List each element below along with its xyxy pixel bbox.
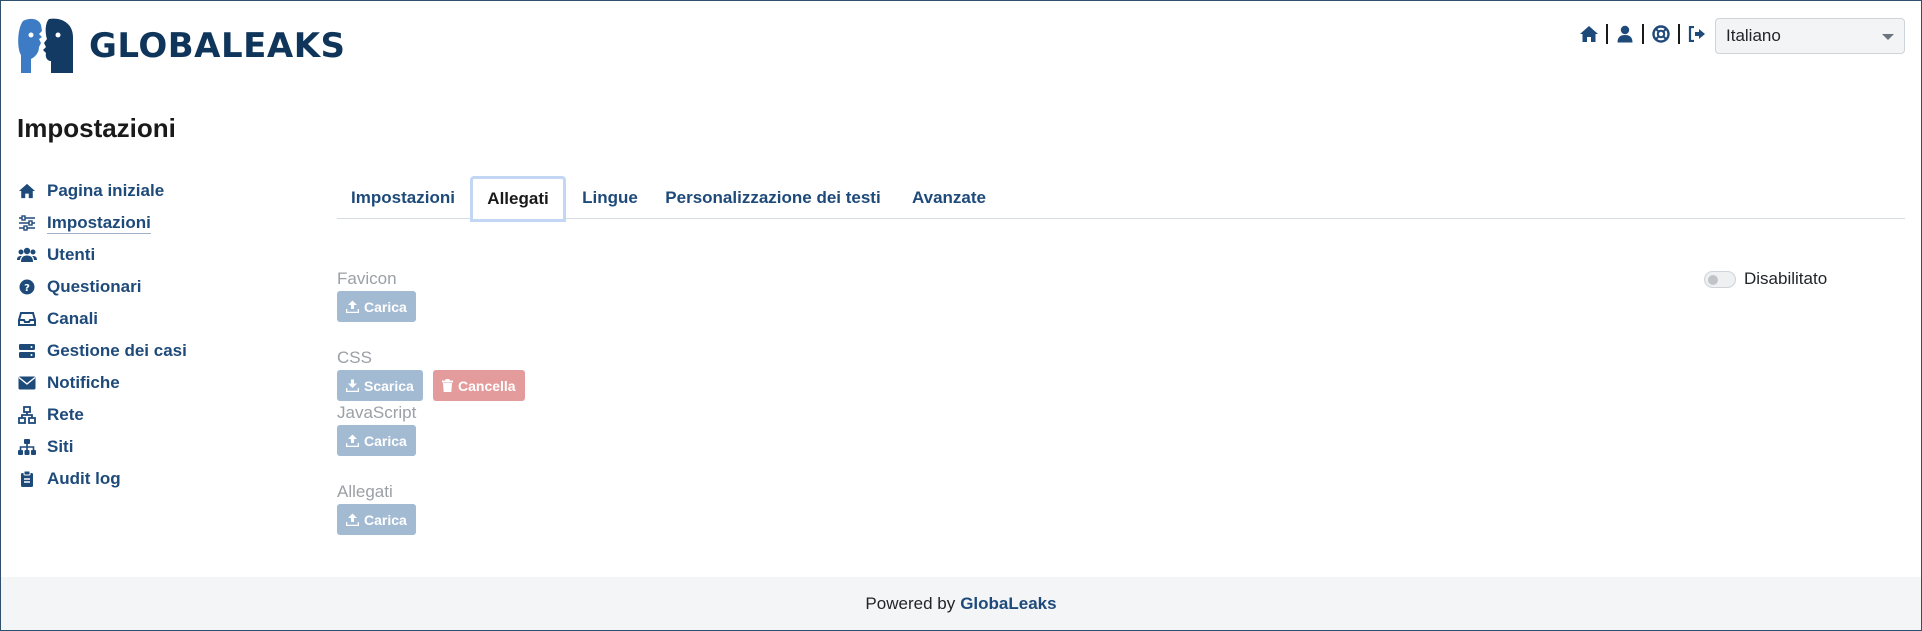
sidebar-item-notifications[interactable]: Notifiche: [17, 367, 277, 399]
separator: [1642, 24, 1644, 44]
language-select-value: Italiano: [1726, 26, 1781, 45]
upload-icon: [346, 300, 359, 313]
inbox-icon: [17, 309, 37, 329]
favicon-upload-button[interactable]: Carica: [337, 291, 416, 322]
sidebar-item-settings[interactable]: Impostazioni: [17, 207, 277, 239]
sidebar-item-channels[interactable]: Canali: [17, 303, 277, 335]
svg-text:?: ?: [24, 283, 30, 294]
logo-text: GLOBALEAKS: [89, 26, 346, 66]
favicon-label: Favicon: [337, 269, 397, 288]
sidebar-item-label: Audit log: [47, 469, 121, 488]
settings-tabs: Impostazioni Allegati Lingue Personalizz…: [337, 176, 1905, 222]
attachments-label: Allegati: [337, 482, 393, 501]
css-download-button[interactable]: Scarica: [337, 370, 423, 401]
network-icon: [17, 405, 37, 425]
tab-advanced[interactable]: Avanzate: [898, 177, 1000, 219]
logout-icon[interactable]: [1686, 23, 1708, 45]
sidebar-item-audit-log[interactable]: Audit log: [17, 463, 277, 495]
footer-prefix: Powered by: [865, 593, 956, 613]
css-download-label: Scarica: [364, 377, 414, 394]
sidebar-item-label: Siti: [47, 437, 74, 456]
favicon-upload-label: Carica: [364, 298, 407, 315]
users-icon: [17, 245, 37, 265]
javascript-upload-button[interactable]: Carica: [337, 425, 416, 456]
toggle-label: Disabilitato: [1744, 269, 1828, 288]
page-title: Impostazioni: [17, 113, 176, 143]
sidebar-item-label: Questionari: [47, 277, 142, 296]
sidebar-item-users[interactable]: Utenti: [17, 239, 277, 271]
sitemap-icon: [17, 437, 37, 457]
css-delete-button[interactable]: Cancella: [433, 370, 525, 401]
favicon-toggle[interactable]: Disabilitato: [1704, 269, 1827, 289]
logo[interactable]: GLOBALEAKS: [17, 17, 346, 75]
home-icon[interactable]: [1578, 23, 1600, 45]
question-circle-icon: ?: [17, 277, 37, 297]
user-icon[interactable]: [1614, 23, 1636, 45]
sidebar-item-label: Utenti: [47, 245, 96, 264]
header: GLOBALEAKS Italiano: [1, 1, 1921, 91]
sidebar-item-home[interactable]: Pagina iniziale: [17, 175, 277, 207]
sidebar-item-case-management[interactable]: Gestione dei casi: [17, 335, 277, 367]
download-icon: [346, 379, 359, 392]
tab-settings[interactable]: Impostazioni: [337, 177, 469, 219]
javascript-label: JavaScript: [337, 403, 417, 422]
sidebar-item-label: Canali: [47, 309, 99, 328]
toggle-switch[interactable]: [1704, 270, 1736, 288]
javascript-upload-label: Carica: [364, 432, 407, 449]
sidebar-item-label: Notifiche: [47, 373, 120, 392]
css-label: CSS: [337, 348, 372, 367]
sidebar-item-questionnaires[interactable]: ? Questionari: [17, 271, 277, 303]
separator: [1678, 24, 1680, 44]
sidebar-item-network[interactable]: Rete: [17, 399, 277, 431]
attachments-upload-button[interactable]: Carica: [337, 504, 416, 535]
upload-icon: [346, 513, 359, 526]
server-icon: [17, 341, 37, 361]
tab-attachments[interactable]: Allegati: [470, 176, 566, 222]
footer-brand-link[interactable]: GlobaLeaks: [960, 594, 1056, 614]
css-delete-label: Cancella: [458, 377, 516, 394]
sliders-icon: [17, 213, 37, 233]
sidebar-item-label: Impostazioni: [47, 212, 151, 234]
tab-text-customization[interactable]: Personalizzazione dei testi: [653, 177, 893, 219]
attachments-upload-label: Carica: [364, 511, 407, 528]
top-navigation: [1578, 23, 1708, 45]
chevron-down-icon: [1882, 34, 1894, 40]
sidebar-item-label: Gestione dei casi: [47, 341, 187, 360]
globaleaks-logo-icon: [18, 18, 73, 74]
separator: [1606, 24, 1608, 44]
lifebuoy-icon[interactable]: [1650, 23, 1672, 45]
language-select[interactable]: Italiano: [1715, 18, 1905, 54]
upload-icon: [346, 434, 359, 447]
clipboard-icon: [17, 469, 37, 489]
tab-languages[interactable]: Lingue: [569, 177, 651, 219]
trash-icon: [442, 379, 453, 392]
envelope-icon: [17, 373, 37, 393]
sidebar-item-label: Pagina iniziale: [47, 181, 165, 200]
sidebar-item-label: Rete: [47, 405, 84, 424]
home-icon: [17, 181, 37, 201]
sidebar-item-sites[interactable]: Siti: [17, 431, 277, 463]
sidebar: Pagina iniziale Impostazioni Utenti ? Qu…: [17, 175, 277, 495]
footer: Powered by GlobaLeaks: [1, 577, 1921, 630]
